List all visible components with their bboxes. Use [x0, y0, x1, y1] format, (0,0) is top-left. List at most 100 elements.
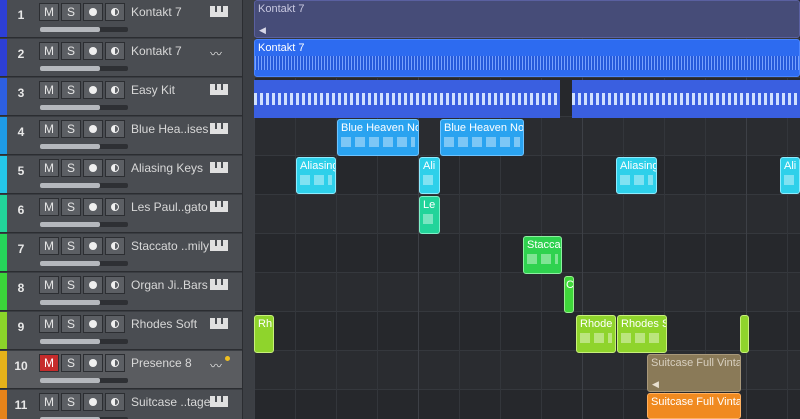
track-row[interactable]: 11 M S Suitcase ..tage [0, 390, 254, 419]
volume-fader[interactable] [40, 105, 128, 110]
track-color-strip[interactable] [0, 156, 7, 193]
mute-button[interactable]: M [39, 120, 59, 138]
track-row[interactable]: 9 M S Rhodes Soft [0, 312, 254, 350]
clip-blue-heaven-2[interactable]: Blue Heaven No [440, 119, 524, 156]
track-name[interactable]: Staccato ..mily [131, 239, 211, 253]
mute-button[interactable]: M [39, 159, 59, 177]
volume-fader[interactable] [40, 183, 128, 188]
track-row[interactable]: 7 M S Staccato ..mily [0, 234, 254, 272]
track-color-strip[interactable] [0, 390, 7, 419]
track-row[interactable]: 1 M S Kontakt 7 [0, 0, 254, 38]
record-enable-button[interactable] [83, 159, 103, 177]
mute-button[interactable]: M [39, 81, 59, 99]
mute-button[interactable]: M [39, 354, 59, 372]
clip-aliasing-2[interactable]: Ali [419, 157, 440, 194]
track-color-strip[interactable] [0, 234, 7, 271]
monitor-button[interactable] [105, 198, 125, 216]
monitor-button[interactable] [105, 315, 125, 333]
track-name[interactable]: Aliasing Keys [131, 161, 211, 175]
clip-staccato[interactable]: Stacca [523, 236, 562, 274]
clip-kontakt-audio[interactable]: Kontakt 7 [254, 39, 800, 77]
solo-button[interactable]: S [61, 42, 81, 60]
clip-aliasing-1[interactable]: Aliasing [296, 157, 336, 194]
clip-organ[interactable]: C [564, 276, 574, 313]
clip-suitcase-muted[interactable]: Suitcase Full Vinta ◀ [647, 354, 741, 392]
track-color-strip[interactable] [0, 78, 7, 115]
solo-button[interactable]: S [61, 81, 81, 99]
volume-fader[interactable] [40, 378, 128, 383]
mute-button[interactable]: M [39, 393, 59, 411]
clip-rhodes-1[interactable]: Rh [254, 315, 274, 353]
track-name[interactable]: Suitcase ..tage [131, 395, 211, 409]
mute-button[interactable]: M [39, 3, 59, 21]
arrange-area[interactable]: Kontakt 7 ◀ Kontakt 7 Blue Heaven No Blu… [254, 0, 800, 419]
track-color-strip[interactable] [0, 39, 7, 76]
track-name[interactable]: Presence 8 [131, 356, 211, 370]
clip-les-paul[interactable]: Le [419, 196, 440, 234]
solo-button[interactable]: S [61, 159, 81, 177]
mute-button[interactable]: M [39, 237, 59, 255]
track-name[interactable]: Blue Hea..ises [131, 122, 211, 136]
track-name[interactable]: Easy Kit [131, 83, 211, 97]
clip-rhodes-3[interactable]: Rhodes S [617, 315, 667, 353]
volume-fader[interactable] [40, 144, 128, 149]
solo-button[interactable]: S [61, 237, 81, 255]
mute-button[interactable]: M [39, 198, 59, 216]
record-enable-button[interactable] [83, 315, 103, 333]
volume-fader[interactable] [40, 222, 128, 227]
clip-aliasing-3[interactable]: Aliasing [616, 157, 657, 194]
solo-button[interactable]: S [61, 198, 81, 216]
track-name[interactable]: Kontakt 7 [131, 44, 211, 58]
mute-button[interactable]: M [39, 42, 59, 60]
clip-kontakt-instrument[interactable]: Kontakt 7 ◀ [254, 0, 800, 38]
clip-blue-heaven-1[interactable]: Blue Heaven No [337, 119, 419, 156]
record-enable-button[interactable] [83, 354, 103, 372]
volume-fader[interactable] [40, 300, 128, 305]
record-enable-button[interactable] [83, 276, 103, 294]
track-color-strip[interactable] [0, 0, 7, 37]
solo-button[interactable]: S [61, 276, 81, 294]
record-enable-button[interactable] [83, 120, 103, 138]
solo-button[interactable]: S [61, 120, 81, 138]
track-color-strip[interactable] [0, 312, 7, 349]
clip-aliasing-4[interactable]: Ali [780, 157, 800, 194]
monitor-button[interactable] [105, 120, 125, 138]
mute-button[interactable]: M [39, 315, 59, 333]
monitor-button[interactable] [105, 393, 125, 411]
clip-rhodes-4[interactable] [740, 315, 749, 353]
monitor-button[interactable] [105, 159, 125, 177]
track-row[interactable]: 10 M S Presence 8 〰 [0, 351, 254, 389]
track-row[interactable]: 2 M S Kontakt 7 〰 [0, 39, 254, 77]
volume-fader[interactable] [40, 339, 128, 344]
record-enable-button[interactable] [83, 42, 103, 60]
solo-button[interactable]: S [61, 393, 81, 411]
track-row[interactable]: 8 M S Organ Ji..Bars [0, 273, 254, 311]
track-name[interactable]: Kontakt 7 [131, 5, 211, 19]
track-name[interactable]: Organ Ji..Bars [131, 278, 211, 292]
track-color-strip[interactable] [0, 195, 7, 232]
solo-button[interactable]: S [61, 315, 81, 333]
track-row[interactable]: 3 M S Easy Kit [0, 78, 254, 116]
record-enable-button[interactable] [83, 393, 103, 411]
record-enable-button[interactable] [83, 198, 103, 216]
clip-rhodes-2[interactable]: Rhode [576, 315, 616, 353]
monitor-button[interactable] [105, 354, 125, 372]
track-color-strip[interactable] [0, 351, 7, 388]
track-color-strip[interactable] [0, 117, 7, 154]
record-enable-button[interactable] [83, 237, 103, 255]
track-name[interactable]: Rhodes Soft [131, 317, 211, 331]
monitor-button[interactable] [105, 42, 125, 60]
volume-fader[interactable] [40, 261, 128, 266]
monitor-button[interactable] [105, 237, 125, 255]
volume-fader[interactable] [40, 27, 128, 32]
mute-button[interactable]: M [39, 276, 59, 294]
track-row[interactable]: 6 M S Les Paul..gato [0, 195, 254, 233]
record-enable-button[interactable] [83, 3, 103, 21]
track-row[interactable]: 4 M S Blue Hea..ises [0, 117, 254, 155]
monitor-button[interactable] [105, 276, 125, 294]
solo-button[interactable]: S [61, 3, 81, 21]
track-color-strip[interactable] [0, 273, 7, 310]
track-name[interactable]: Les Paul..gato [131, 200, 211, 214]
track-row[interactable]: 5 M S Aliasing Keys [0, 156, 254, 194]
solo-button[interactable]: S [61, 354, 81, 372]
